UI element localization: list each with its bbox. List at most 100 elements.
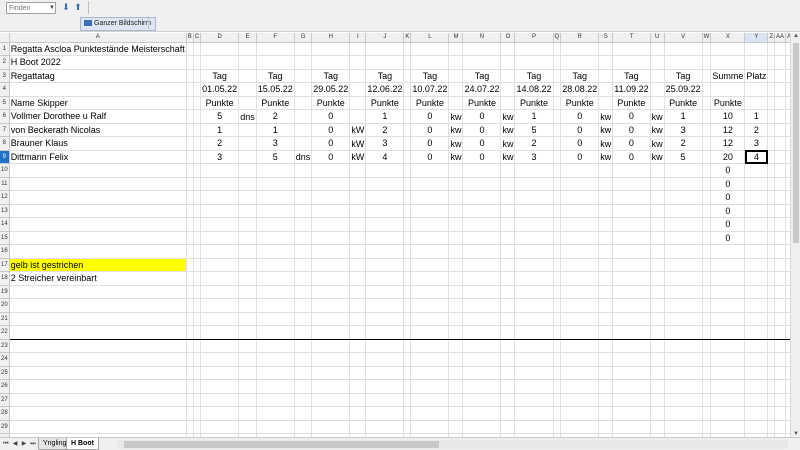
empty-cell[interactable] xyxy=(200,285,240,299)
empty-cell[interactable] xyxy=(650,298,665,313)
empty-cell[interactable] xyxy=(514,271,554,286)
empty-cell[interactable] xyxy=(514,312,554,326)
empty-cell[interactable] xyxy=(702,298,712,313)
empty-cell[interactable] xyxy=(238,325,257,340)
empty-cell[interactable] xyxy=(462,366,502,380)
empty-cell[interactable] xyxy=(553,325,562,340)
empty-cell[interactable] xyxy=(553,339,562,353)
note-cell[interactable]: kw xyxy=(650,150,665,164)
empty-cell[interactable] xyxy=(238,244,257,259)
points-header[interactable]: Punkte xyxy=(255,96,295,110)
empty-cell[interactable] xyxy=(702,271,712,286)
column-header[interactable]: N xyxy=(462,33,502,43)
empty-cell[interactable] xyxy=(702,82,712,97)
empty-cell[interactable] xyxy=(767,366,776,380)
empty-cell[interactable] xyxy=(255,55,295,70)
empty-cell[interactable] xyxy=(710,366,746,380)
empty-cell[interactable] xyxy=(238,312,257,326)
empty-cell[interactable] xyxy=(256,406,295,421)
empty-cell[interactable] xyxy=(193,420,202,434)
empty-cell[interactable] xyxy=(448,244,464,259)
empty-cell[interactable] xyxy=(767,231,776,245)
column-header[interactable]: K xyxy=(403,33,412,43)
points-cell[interactable]: 0 xyxy=(410,136,450,151)
empty-cell[interactable] xyxy=(774,379,787,394)
empty-cell[interactable] xyxy=(744,379,769,394)
empty-cell[interactable] xyxy=(255,190,295,205)
empty-cell[interactable] xyxy=(462,352,502,367)
empty-cell[interactable] xyxy=(767,190,776,205)
empty-cell[interactable] xyxy=(255,325,295,340)
points-header[interactable]: Punkte xyxy=(200,96,240,110)
column-header[interactable]: W xyxy=(702,33,712,43)
empty-cell[interactable] xyxy=(255,177,295,191)
points-cell[interactable]: 0 xyxy=(612,136,651,151)
empty-cell[interactable] xyxy=(598,82,614,97)
empty-cell[interactable] xyxy=(200,42,240,56)
points-cell[interactable]: 2 xyxy=(663,136,703,151)
empty-cell[interactable] xyxy=(192,150,202,164)
empty-cell[interactable] xyxy=(349,352,367,367)
empty-cell[interactable] xyxy=(767,271,776,286)
empty-cell[interactable] xyxy=(650,231,665,245)
empty-cell[interactable] xyxy=(767,379,776,394)
empty-cell[interactable] xyxy=(598,379,614,394)
empty-cell[interactable] xyxy=(365,366,405,380)
note-cell[interactable] xyxy=(702,109,712,124)
empty-cell[interactable] xyxy=(200,339,240,353)
place-cell[interactable]: 3 xyxy=(744,136,769,151)
note-cell[interactable]: kw xyxy=(650,136,665,151)
empty-cell[interactable] xyxy=(448,420,464,434)
empty-cell[interactable] xyxy=(560,271,600,286)
empty-cell[interactable] xyxy=(410,217,450,232)
empty-cell[interactable] xyxy=(410,244,450,259)
empty-cell[interactable] xyxy=(650,82,665,97)
row-header[interactable]: 2 xyxy=(0,55,10,70)
row-label[interactable]: Regattatag xyxy=(9,69,187,83)
sum-cell[interactable]: 10 xyxy=(710,109,746,124)
note-cell[interactable] xyxy=(403,150,412,164)
empty-cell[interactable] xyxy=(185,123,194,137)
empty-cell[interactable] xyxy=(200,420,240,434)
empty-cell[interactable] xyxy=(256,366,295,380)
empty-cell[interactable] xyxy=(702,190,712,205)
empty-cell[interactable] xyxy=(311,420,351,434)
empty-cell[interactable] xyxy=(349,312,367,326)
select-all-corner[interactable] xyxy=(0,33,10,43)
empty-cell[interactable] xyxy=(403,393,412,407)
empty-cell[interactable] xyxy=(365,244,405,259)
empty-cell[interactable] xyxy=(767,217,776,232)
empty-cell[interactable] xyxy=(560,258,600,272)
empty-cell[interactable] xyxy=(410,339,450,353)
empty-cell[interactable] xyxy=(663,231,703,245)
empty-cell[interactable] xyxy=(192,69,202,83)
empty-cell[interactable] xyxy=(663,190,703,205)
empty-cell[interactable] xyxy=(403,217,412,232)
race-date[interactable]: 29.05.22 xyxy=(311,82,351,97)
empty-cell[interactable] xyxy=(365,352,405,367)
empty-cell[interactable] xyxy=(185,204,194,218)
empty-cell[interactable] xyxy=(9,406,187,421)
empty-cell[interactable] xyxy=(598,190,614,205)
empty-cell[interactable] xyxy=(514,366,554,380)
empty-cell[interactable] xyxy=(560,393,600,407)
empty-cell[interactable] xyxy=(192,312,202,326)
empty-cell[interactable] xyxy=(185,271,194,286)
empty-cell[interactable] xyxy=(186,406,194,421)
empty-cell[interactable] xyxy=(650,406,665,421)
empty-cell[interactable] xyxy=(238,231,257,245)
empty-cell[interactable] xyxy=(744,420,769,434)
empty-cell[interactable] xyxy=(410,420,450,434)
column-header[interactable]: U xyxy=(650,33,665,43)
empty-cell[interactable] xyxy=(744,366,769,380)
empty-cell[interactable] xyxy=(9,177,187,191)
empty-cell[interactable] xyxy=(702,379,712,394)
empty-cell[interactable] xyxy=(294,271,313,286)
column-header[interactable]: I xyxy=(349,33,367,43)
column-header[interactable]: Q xyxy=(553,33,562,43)
empty-cell[interactable] xyxy=(255,312,295,326)
empty-cell[interactable] xyxy=(598,352,614,367)
empty-cell[interactable] xyxy=(9,379,187,394)
empty-cell[interactable] xyxy=(774,258,787,272)
empty-cell[interactable] xyxy=(767,244,776,259)
